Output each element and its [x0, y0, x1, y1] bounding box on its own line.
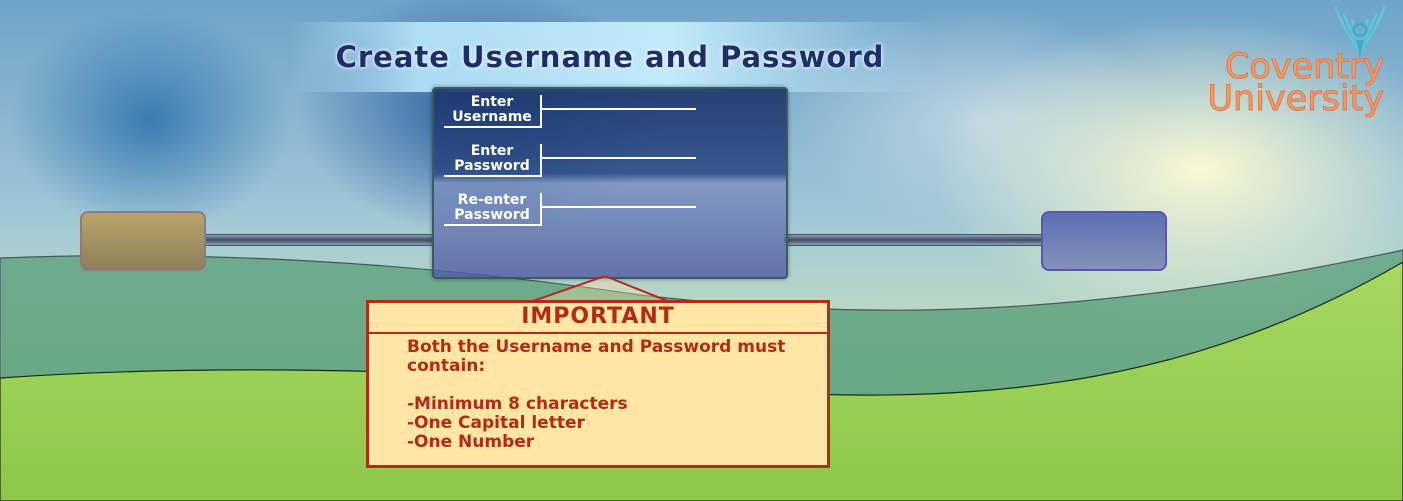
- reenter-password-label: Re-enter Password: [444, 193, 542, 226]
- page-title: Create Username and Password: [335, 40, 885, 74]
- requirement-number: -One Number: [407, 432, 535, 452]
- reenter-label-line2: Password: [454, 207, 530, 223]
- credentials-form: Enter Username Enter Password Re-enter P…: [432, 87, 788, 279]
- username-label-line1: Enter: [470, 94, 514, 110]
- right-nav-button[interactable]: [1041, 211, 1167, 271]
- password-label: Enter Password: [444, 144, 542, 177]
- notice-title: IMPORTANT: [369, 303, 827, 334]
- password-input[interactable]: [542, 157, 696, 159]
- coventry-university-logo: Coventry University: [1207, 0, 1400, 120]
- logo-text-university: University: [1207, 79, 1385, 119]
- password-label-line1: Enter: [470, 143, 514, 159]
- left-nav-button[interactable]: [80, 211, 206, 271]
- username-label-line2: Username: [452, 109, 532, 125]
- password-label-line2: Password: [454, 158, 530, 174]
- important-notice: IMPORTANT Both the Username and Password…: [366, 300, 830, 468]
- left-connector-bar: [202, 234, 434, 246]
- requirement-min-chars: -Minimum 8 characters: [407, 394, 628, 414]
- right-connector-bar: [784, 234, 1043, 246]
- reenter-password-input[interactable]: [542, 206, 696, 208]
- notice-pointer: [530, 276, 670, 302]
- requirement-capital: -One Capital letter: [407, 413, 585, 433]
- username-input[interactable]: [542, 108, 696, 110]
- reenter-label-line1: Re-enter: [457, 192, 527, 208]
- username-label: Enter Username: [444, 95, 542, 128]
- notice-line-2: contain:: [407, 356, 486, 376]
- notice-line-1: Both the Username and Password must: [407, 337, 786, 357]
